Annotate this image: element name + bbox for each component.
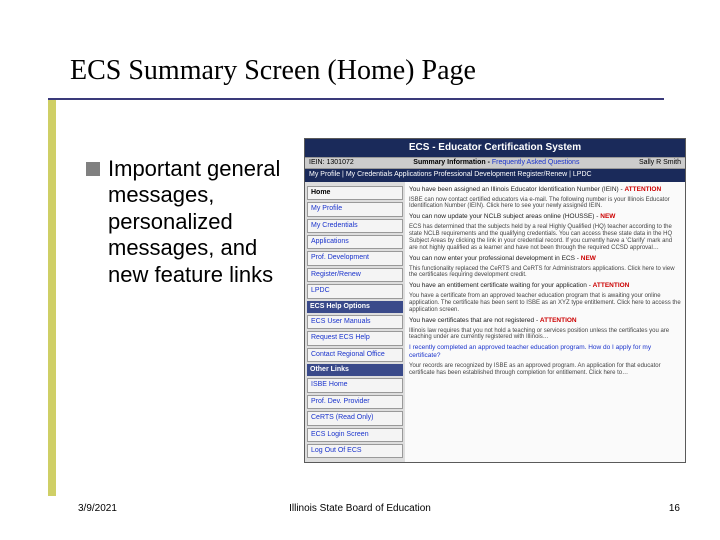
app-sidebar: Home My Profile My Credentials Applicati…	[305, 182, 405, 463]
sidebar-item[interactable]: ECS Login Screen	[307, 428, 403, 442]
bullet-text: Important general messages, personalized…	[108, 156, 288, 288]
app-main: You have been assigned an Illinois Educa…	[405, 182, 685, 463]
notice: You can now update your NCLB subject are…	[409, 213, 681, 221]
footer-center: Illinois State Board of Education	[0, 503, 720, 514]
sidebar-item[interactable]: Log Out Of ECS	[307, 444, 403, 458]
bullet-item: Important general messages, personalized…	[86, 156, 288, 288]
notice-link[interactable]: I recently completed an approved teacher…	[409, 344, 681, 360]
sidebar-item[interactable]: Register/Renew	[307, 268, 403, 282]
notice: You can now enter your professional deve…	[409, 255, 681, 263]
app-header: ECS - Educator Certification System	[305, 139, 685, 157]
topbar-mid-bold: Summary Information	[413, 159, 485, 166]
sidebar-item[interactable]: ISBE Home	[307, 378, 403, 392]
sidebar-header: Other Links	[307, 364, 403, 376]
bullet-icon	[86, 162, 100, 176]
topbar-right: Sally R Smith	[639, 159, 681, 167]
notice: You have certificates that are not regis…	[409, 317, 681, 325]
topbar-faq-link[interactable]: Frequently Asked Questions	[492, 159, 580, 166]
sidebar-item[interactable]: Prof. Dev. Provider	[307, 395, 403, 409]
sidebar-item[interactable]: LPDC	[307, 284, 403, 298]
notice-detail: You have a certificate from an approved …	[409, 293, 681, 314]
embedded-screenshot: ECS - Educator Certification System IEIN…	[304, 138, 686, 463]
title-underline	[48, 98, 664, 100]
notice-detail: Your records are recognized by ISBE as a…	[409, 363, 681, 377]
sidebar-item[interactable]: My Profile	[307, 202, 403, 216]
sidebar-item[interactable]: ECS User Manuals	[307, 315, 403, 329]
sidebar-item[interactable]: CeRTS (Read Only)	[307, 411, 403, 425]
slide-title: ECS Summary Screen (Home) Page	[70, 55, 476, 87]
topbar-left: IEIN: 1301072	[309, 159, 354, 167]
sidebar-item[interactable]: Request ECS Help	[307, 331, 403, 345]
notice: You have an entitlement certificate wait…	[409, 282, 681, 290]
sidebar-header: ECS Help Options	[307, 301, 403, 313]
app-nav[interactable]: My Profile | My Credentials Applications…	[305, 169, 685, 181]
accent-bar	[48, 100, 56, 496]
sidebar-item[interactable]: Contact Regional Office	[307, 348, 403, 362]
sidebar-item[interactable]: Prof. Development	[307, 251, 403, 265]
notice-detail: Illinois law requires that you not hold …	[409, 328, 681, 342]
sidebar-item[interactable]: Applications	[307, 235, 403, 249]
notice-detail: This functionality replaced the CeRTS an…	[409, 266, 681, 280]
topbar-mid: Summary Information - Frequently Asked Q…	[413, 159, 579, 167]
notice: You have been assigned an Illinois Educa…	[409, 186, 681, 194]
app-topbar: IEIN: 1301072 Summary Information - Freq…	[305, 157, 685, 169]
notice-detail: ISBE can now contact certified educators…	[409, 197, 681, 211]
sidebar-item[interactable]: My Credentials	[307, 219, 403, 233]
notice-detail: ECS has determined that the subjects hel…	[409, 224, 681, 252]
footer-page-number: 16	[669, 503, 680, 514]
sidebar-item-home[interactable]: Home	[307, 186, 403, 200]
